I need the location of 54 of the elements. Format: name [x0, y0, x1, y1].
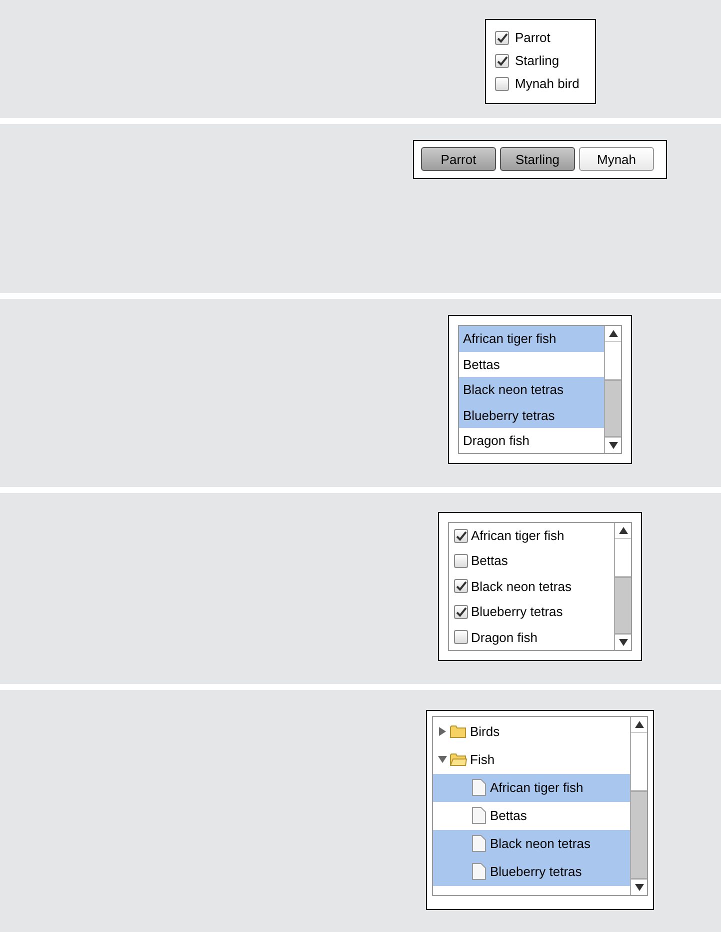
scroll-thumb[interactable] — [631, 790, 647, 879]
up-arrow-icon[interactable] — [634, 720, 644, 728]
tree-item[interactable]: Black neon tetras — [433, 830, 630, 858]
checkbox[interactable] — [454, 604, 468, 619]
check-icon — [456, 606, 466, 617]
tree-item[interactable]: Birds — [470, 722, 500, 742]
list-item[interactable]: African tiger fish — [459, 326, 604, 352]
scrollbar[interactable] — [614, 522, 631, 650]
disclosure-triangle-icon[interactable] — [438, 727, 447, 736]
file-icon — [472, 779, 486, 796]
scroll-thumb[interactable] — [605, 380, 621, 438]
tree-item[interactable]: Fish — [470, 750, 495, 770]
list-item[interactable]: Black neon tetras — [459, 377, 604, 403]
check-icon — [456, 581, 466, 592]
checkbox[interactable] — [495, 77, 509, 91]
checkbox-label: Bettas — [471, 552, 508, 570]
down-arrow-icon[interactable] — [608, 442, 618, 450]
check-icon — [456, 530, 466, 541]
check-icon — [496, 33, 508, 43]
scrollbar[interactable] — [630, 716, 647, 895]
checkbox-label: African tiger fish — [471, 526, 564, 545]
scroll-thumb[interactable] — [615, 576, 631, 634]
up-arrow-icon[interactable] — [608, 330, 618, 338]
list-item[interactable]: Blueberry tetras — [459, 402, 604, 428]
checkbox-label: Dragon fish — [471, 628, 538, 647]
up-arrow-icon[interactable] — [618, 526, 628, 534]
checkbox[interactable] — [495, 31, 509, 45]
folder-icon — [450, 725, 467, 738]
tree-item[interactable]: African tiger fish — [433, 774, 630, 802]
scrollbar[interactable] — [604, 326, 621, 454]
tree-view[interactable]: Birds Fish African tiger fish Bettas Black neon tetras Blueberry tetras — [432, 716, 648, 896]
check-icon — [496, 56, 508, 66]
checkbox[interactable] — [454, 579, 468, 594]
checkbox-label: Starling — [515, 52, 560, 70]
list-box[interactable]: African tiger fish Bettas Black neon tetras Blueberry tetras Dragon fish — [458, 325, 622, 454]
file-icon — [472, 807, 486, 824]
tree-item[interactable]: Blueberry tetras — [433, 858, 630, 886]
checkbox[interactable] — [454, 630, 468, 644]
disclosure-triangle-icon[interactable] — [438, 755, 447, 764]
checkbox-label: Parrot — [515, 29, 550, 47]
file-icon — [472, 835, 486, 852]
checkbox[interactable] — [454, 554, 468, 568]
checkbox-label: Black neon tetras — [471, 578, 572, 596]
toggle-button[interactable]: Parrot — [421, 147, 496, 172]
toggle-button[interactable]: Mynah — [579, 147, 654, 172]
toggle-button[interactable]: Starling — [500, 147, 575, 172]
down-arrow-icon[interactable] — [618, 638, 628, 646]
file-icon — [472, 863, 486, 880]
checkbox[interactable] — [454, 528, 468, 543]
checkbox-label: Mynah bird — [515, 75, 580, 93]
open-folder-icon — [450, 753, 467, 766]
checkbox[interactable] — [495, 54, 509, 68]
checkbox-label: Blueberry tetras — [471, 603, 563, 622]
down-arrow-icon[interactable] — [634, 884, 644, 891]
